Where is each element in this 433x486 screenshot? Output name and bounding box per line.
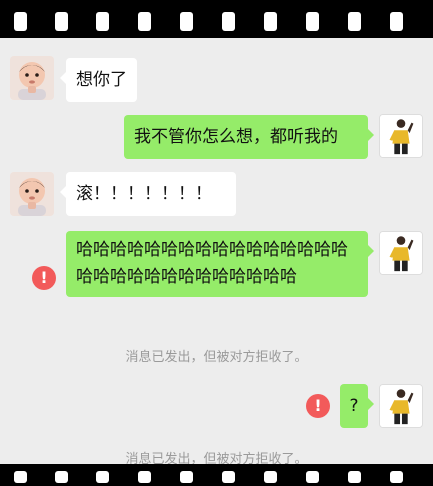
film-hole bbox=[348, 471, 361, 483]
film-hole bbox=[14, 471, 27, 483]
film-hole bbox=[222, 12, 235, 31]
man-avatar-icon bbox=[380, 232, 422, 274]
message-text: ? bbox=[349, 396, 359, 416]
message-bubble-sent[interactable]: ? bbox=[340, 384, 374, 428]
film-hole bbox=[138, 471, 151, 483]
film-hole bbox=[96, 471, 109, 483]
film-hole bbox=[264, 12, 277, 31]
man-avatar-icon bbox=[380, 385, 422, 427]
screenshot-frame: 想你了 我不管你怎么想，都听我的 滚！！！！！！！ ! 哈哈哈哈哈哈哈哈哈哈哈哈… bbox=[0, 0, 433, 486]
message-bubble-sent[interactable]: 哈哈哈哈哈哈哈哈哈哈哈哈哈哈哈哈哈哈哈哈哈哈哈哈哈哈哈哈哈 bbox=[66, 231, 374, 297]
error-icon[interactable]: ! bbox=[32, 266, 56, 290]
film-hole bbox=[55, 471, 68, 483]
film-strip-top bbox=[0, 0, 433, 38]
message-bubble-received[interactable]: 滚！！！！！！！ bbox=[60, 172, 236, 216]
message-text: 我不管你怎么想，都听我的 bbox=[134, 127, 338, 147]
film-strip-bottom bbox=[0, 464, 433, 486]
film-hole bbox=[96, 12, 109, 31]
film-hole bbox=[306, 471, 319, 483]
baby-avatar-icon bbox=[10, 172, 54, 216]
message-bubble-received[interactable]: 想你了 bbox=[60, 58, 137, 102]
self-avatar[interactable] bbox=[379, 231, 423, 275]
film-hole bbox=[390, 471, 403, 483]
film-hole bbox=[348, 12, 361, 31]
film-hole bbox=[180, 12, 193, 31]
film-hole bbox=[138, 12, 151, 31]
self-avatar[interactable] bbox=[379, 114, 423, 158]
message-text: 滚！！！！！！！ bbox=[76, 184, 212, 204]
contact-avatar[interactable] bbox=[10, 172, 54, 216]
error-icon[interactable]: ! bbox=[306, 394, 330, 418]
film-hole bbox=[222, 471, 235, 483]
film-hole bbox=[264, 471, 277, 483]
message-bubble-sent[interactable]: 我不管你怎么想，都听我的 bbox=[124, 115, 374, 159]
chat-area[interactable]: 想你了 我不管你怎么想，都听我的 滚！！！！！！！ ! 哈哈哈哈哈哈哈哈哈哈哈哈… bbox=[0, 38, 433, 464]
film-hole bbox=[14, 12, 27, 31]
self-avatar[interactable] bbox=[379, 384, 423, 428]
system-notice: 消息已发出，但被对方拒收了。 bbox=[125, 452, 308, 464]
film-hole bbox=[306, 12, 319, 31]
film-hole bbox=[390, 12, 403, 31]
message-text: 想你了 bbox=[76, 70, 127, 90]
film-hole bbox=[180, 471, 193, 483]
baby-avatar-icon bbox=[10, 56, 54, 100]
contact-avatar[interactable] bbox=[10, 56, 54, 100]
film-hole bbox=[55, 12, 68, 31]
man-avatar-icon bbox=[380, 115, 422, 157]
message-text: 哈哈哈哈哈哈哈哈哈哈哈哈哈哈哈哈哈哈哈哈哈哈哈哈哈哈哈哈哈 bbox=[76, 240, 348, 287]
system-notice: 消息已发出，但被对方拒收了。 bbox=[125, 350, 308, 365]
